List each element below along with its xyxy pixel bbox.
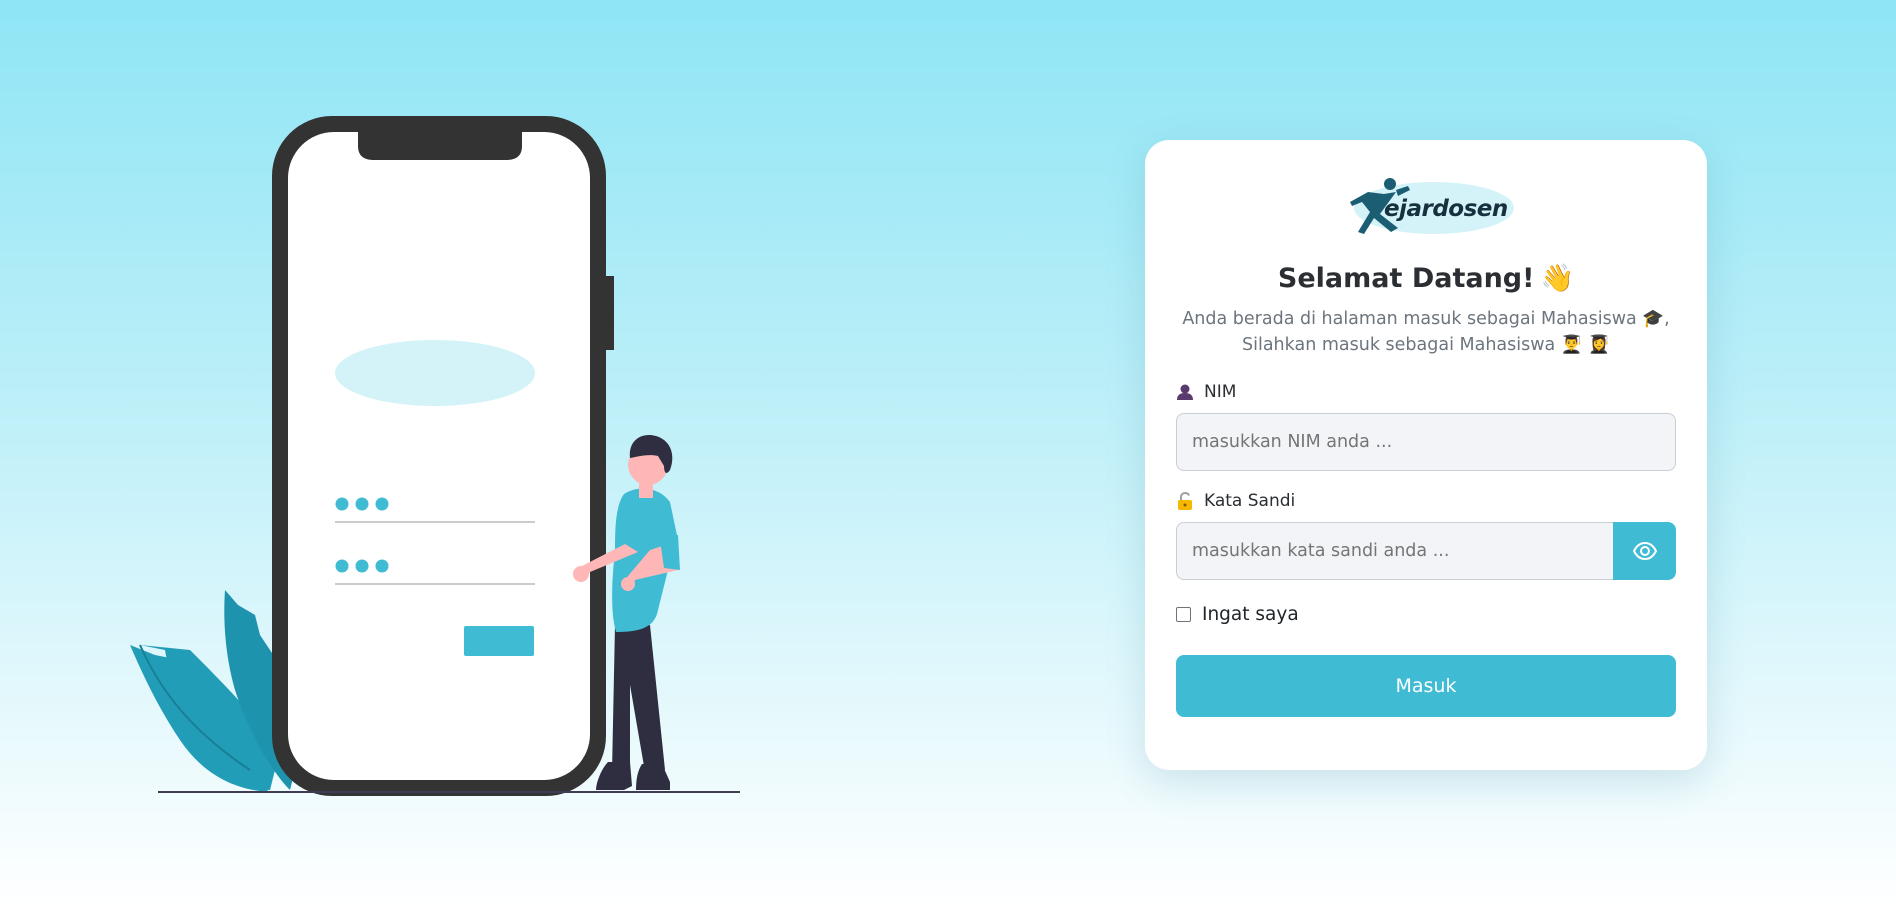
page-subtitle: Anda berada di halaman masuk sebagai Mah… xyxy=(1176,306,1676,358)
login-illustration xyxy=(130,110,750,810)
password-label: Kata Sandi xyxy=(1176,491,1676,511)
user-icon xyxy=(1176,383,1194,401)
brand-logo: ejardosen xyxy=(1336,172,1516,242)
nim-label-text: NIM xyxy=(1204,382,1237,402)
nim-input[interactable] xyxy=(1176,413,1676,471)
lock-icon xyxy=(1176,491,1194,510)
password-label-text: Kata Sandi xyxy=(1204,491,1296,511)
password-input[interactable] xyxy=(1176,522,1613,580)
eye-icon xyxy=(1632,542,1657,560)
password-input-group xyxy=(1176,522,1676,580)
page-title: Selamat Datang! 👋 xyxy=(1176,262,1676,295)
nim-label: NIM xyxy=(1176,382,1676,402)
subtitle-line-1: Anda berada di halaman masuk sebagai Mah… xyxy=(1182,309,1670,329)
brand-name: ejardosen xyxy=(1384,196,1508,222)
wave-icon: 👋 xyxy=(1540,263,1575,294)
ground-line xyxy=(158,791,740,793)
remember-me-label[interactable]: Ingat saya xyxy=(1202,604,1299,625)
toggle-password-button[interactable] xyxy=(1613,522,1676,580)
subtitle-line-2: Silahkan masuk sebagai Mahasiswa 👨‍🎓 👩‍🎓 xyxy=(1242,335,1610,355)
remember-me: Ingat saya xyxy=(1176,604,1676,625)
login-card: ejardosen Selamat Datang! 👋 Anda berada … xyxy=(1145,140,1707,770)
welcome-heading: Selamat Datang! xyxy=(1277,262,1535,294)
remember-me-checkbox[interactable] xyxy=(1176,607,1191,622)
phone-mockup xyxy=(272,116,614,796)
login-submit-button[interactable]: Masuk xyxy=(1176,655,1676,717)
phone-person-illustration xyxy=(130,116,740,796)
